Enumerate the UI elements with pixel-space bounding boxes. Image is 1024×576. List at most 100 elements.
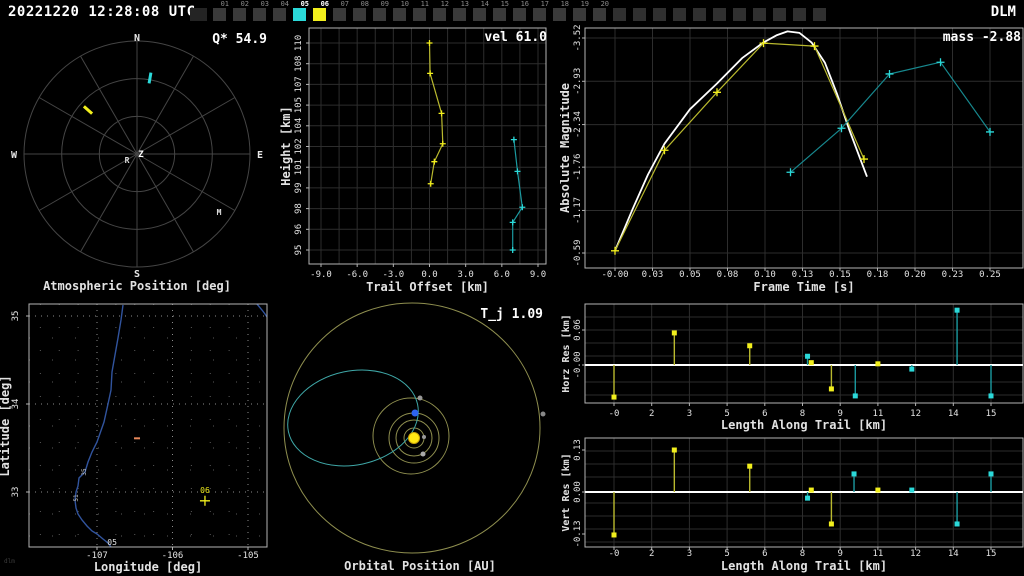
camera-slot-blank[interactable]: [793, 8, 806, 21]
trail-offset-panel: -9.0 -6.0 -3.0 0.0 3.0 6.0 9.0 110 108 107 105 104 1…: [280, 25, 560, 300]
panel-title: vel 61.0: [484, 30, 547, 45]
x-tick-label: -105: [237, 551, 259, 561]
camera-slot-17[interactable]: [533, 8, 546, 21]
compass-east-label: E: [257, 150, 263, 161]
x-axis-label: Length Along Trail [km]: [721, 559, 887, 573]
y-tick-label: 110: [294, 35, 304, 51]
camera-slot-20[interactable]: [593, 8, 606, 21]
brand-label: DLM: [990, 4, 1016, 20]
data-point: [671, 330, 677, 336]
y-tick-label: -1.17: [573, 197, 583, 224]
x-tick-label: 0.23: [942, 270, 964, 280]
y-tick-label: 107: [294, 76, 304, 92]
camera-slot-08[interactable]: [353, 8, 366, 21]
camera-slot-13[interactable]: [453, 8, 466, 21]
camera-slot-label: 01: [220, 0, 229, 8]
y-tick-label: -0.59: [573, 239, 583, 266]
camera-slot-label: 05: [300, 0, 309, 8]
camera-slot-01[interactable]: [213, 8, 226, 21]
camera-slot-10[interactable]: [393, 8, 406, 21]
camera-slot-blank[interactable]: [693, 8, 706, 21]
x-tick-label: 0.10: [754, 270, 776, 280]
residuals-panel: -0 2 3 5 6 8 9 11 12 14 15 0.06 -0.00 Length Along Tr…: [560, 295, 1024, 576]
camera-slot-blank[interactable]: [813, 8, 826, 21]
x-axis-label: Orbital Position [AU]: [344, 559, 496, 573]
camera-slot-11[interactable]: [413, 8, 426, 21]
data-point: [805, 495, 811, 501]
camera-slot-blank[interactable]: [733, 8, 746, 21]
azimuth-spoke: [38, 97, 138, 155]
residuals-charts: -0 2 3 5 6 8 9 11 12 14 15 0.06 -0.00 Length Along Tr…: [561, 303, 1024, 573]
camera-slot-blank[interactable]: [773, 8, 786, 21]
y-tick-label: 0.13: [573, 439, 583, 461]
data-point: [510, 136, 517, 143]
y-tick-label: 34: [11, 399, 21, 410]
camera-slot-blank[interactable]: [190, 8, 207, 21]
dlm-dashboard: { "topbar": { "timestamp": "20221220 12:…: [0, 0, 1024, 576]
y-tick-label: 99: [294, 182, 304, 193]
y-tick-label: -0.13: [573, 520, 583, 547]
camera-slot-blank[interactable]: [753, 8, 766, 21]
x-tick-label: 11: [872, 549, 883, 559]
camera-slot-label: 11: [420, 0, 429, 8]
atmospheric-position-panel: N E S W Z R M Q* 54.9 Atmospheric Position [deg]: [0, 25, 280, 300]
camera-slot-label: 20: [600, 0, 609, 8]
trail-offset-chart: -9.0 -6.0 -3.0 0.0 3.0 6.0 9.0 110 108 107 105 104 1…: [280, 27, 547, 294]
camera-slot-09[interactable]: [373, 8, 386, 21]
camera-slot-label: 09: [380, 0, 389, 8]
azimuth-spoke: [80, 153, 138, 253]
camera-slot-12[interactable]: [433, 8, 446, 21]
plot-area: -9.0 -6.0 -3.0 0.0 3.0 6.0 9.0 110 108 107 105 104 1…: [294, 27, 547, 280]
azimuth-spoke: [38, 153, 138, 211]
camera-slot-label: 02: [240, 0, 249, 8]
y-tick-label: 33: [11, 487, 21, 498]
camera-slot-label: 17: [540, 0, 549, 8]
groundtrack-panel: 06 05 35 51 -107 -106 -105 35 34 33 Longitude [deg…: [0, 300, 280, 576]
x-tick-label: 0.15: [829, 270, 851, 280]
x-tick-label: -6.0: [346, 270, 368, 280]
data-point: [805, 353, 811, 359]
data-point: [936, 58, 945, 67]
camera-slot-03[interactable]: [253, 8, 266, 21]
data-point: [852, 393, 858, 399]
camera-slot-blank[interactable]: [653, 8, 666, 21]
station-label: 06: [200, 486, 210, 495]
data-point: [851, 471, 857, 477]
x-tick-label: 15: [986, 409, 997, 419]
camera-slot-14[interactable]: [473, 8, 486, 21]
orbital-position-chart: T_j 1.09 Orbital Position [AU]: [283, 302, 546, 573]
camera-slot-blank[interactable]: [673, 8, 686, 21]
azimuth-spoke: [80, 55, 138, 155]
azimuth-spoke: [136, 55, 194, 155]
panel-title: mass -2.88: [943, 30, 1021, 45]
panel-title: Q* 54.9: [212, 32, 267, 47]
x-axis-label: Length Along Trail [km]: [721, 418, 887, 432]
series-site-05: [512, 139, 523, 250]
camera-slot-blank[interactable]: [633, 8, 646, 21]
camera-slot-04[interactable]: [273, 8, 286, 21]
data-point: [611, 532, 617, 538]
camera-slot-02[interactable]: [233, 8, 246, 21]
data-point: [439, 140, 446, 147]
meteoroid-orbit: [287, 369, 419, 467]
camera-slot-18[interactable]: [553, 8, 566, 21]
river: [256, 303, 268, 318]
camera-slot-07[interactable]: [333, 8, 346, 21]
camera-slot-label: 12: [440, 0, 449, 8]
lightcurve-panel: -0.00 0.03 0.05 0.08 0.10 0.13 0.15 0.18 0.20 0.2…: [560, 25, 1024, 300]
x-tick-label: -0: [609, 409, 620, 419]
camera-slot-15[interactable]: [493, 8, 506, 21]
x-tick-label: 12: [910, 549, 921, 559]
data-point: [954, 307, 960, 313]
camera-slot-blank[interactable]: [713, 8, 726, 21]
camera-slot-05[interactable]: [293, 8, 306, 21]
data-point: [509, 219, 516, 226]
map-area: 06053551-107 -106 -105353433: [11, 303, 268, 561]
timestamp: 20221220 12:28:08 UTC: [8, 4, 196, 20]
camera-slot-16[interactable]: [513, 8, 526, 21]
camera-slot-19[interactable]: [573, 8, 586, 21]
status-bar: 20221220 12:28:08 UTC 01 02 03 04 05 06 07 08 09…: [0, 0, 1024, 25]
orbit-area: [283, 302, 546, 554]
camera-slot-06[interactable]: [313, 8, 326, 21]
camera-slot-blank[interactable]: [613, 8, 626, 21]
